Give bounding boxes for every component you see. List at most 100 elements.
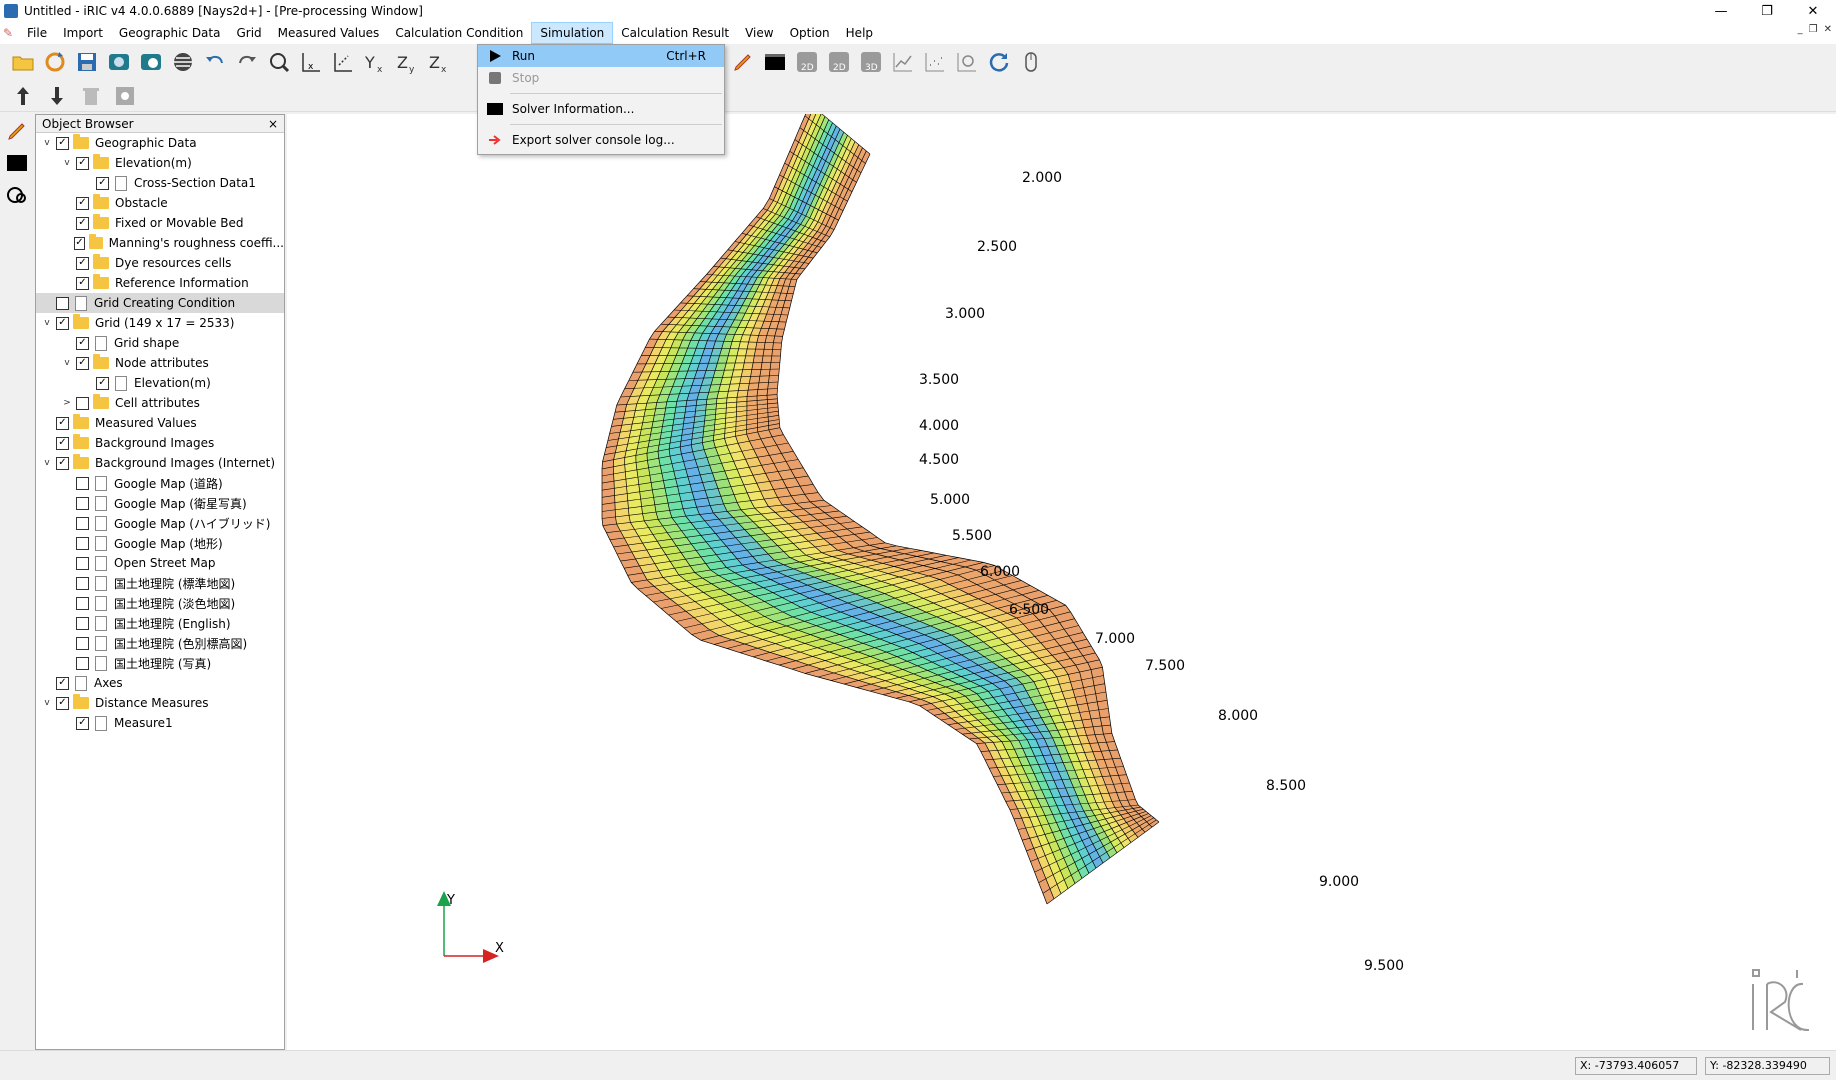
visibility-checkbox[interactable] <box>76 576 89 590</box>
properties-icon[interactable] <box>110 81 140 111</box>
visibility-checkbox[interactable]: ✓ <box>76 356 89 370</box>
tree-item[interactable]: 国土地理院 (写真) <box>36 653 284 673</box>
scatter-icon[interactable] <box>920 47 950 77</box>
mdi-minimize-icon[interactable]: _ <box>1798 24 1803 35</box>
zoom-rotate-icon[interactable] <box>328 47 358 77</box>
solver-console-icon[interactable] <box>760 47 790 77</box>
mdi-restore-icon[interactable]: ❐ <box>1809 24 1818 35</box>
menu-calculation-condition[interactable]: Calculation Condition <box>387 22 531 44</box>
menu-calculation-result[interactable]: Calculation Result <box>613 22 737 44</box>
tree-item[interactable]: v ✓ Elevation(m) <box>36 153 284 173</box>
zoom-search-icon[interactable] <box>952 47 982 77</box>
tree-item[interactable]: Google Map (衛星写真) <box>36 493 284 513</box>
tree-item[interactable]: v ✓ Geographic Data <box>36 133 284 153</box>
visibility-checkbox[interactable]: ✓ <box>96 176 109 190</box>
menu-file[interactable]: File <box>19 22 55 44</box>
tree-item[interactable]: ✓ Reference Information <box>36 273 284 293</box>
tree-item[interactable]: Google Map (ハイブリッド) <box>36 513 284 533</box>
tree-item[interactable]: ✓ Grid shape <box>36 333 284 353</box>
visibility-checkbox[interactable] <box>76 536 89 550</box>
visibility-checkbox[interactable]: ✓ <box>73 236 86 250</box>
tree-item[interactable]: ✓ Dye resources cells <box>36 253 284 273</box>
tree-item[interactable]: Open Street Map <box>36 553 284 573</box>
reload-icon[interactable] <box>40 47 70 77</box>
visibility-checkbox[interactable] <box>76 496 89 510</box>
menu-measured-values[interactable]: Measured Values <box>270 22 388 44</box>
visibility-checkbox[interactable]: ✓ <box>76 336 89 350</box>
tree-item[interactable]: ✓ Axes <box>36 673 284 693</box>
minimize-button[interactable]: — <box>1698 0 1744 22</box>
tree-item[interactable]: ✓ Measure1 <box>36 713 284 733</box>
tree-item[interactable]: > Cell attributes <box>36 393 284 413</box>
delete-icon[interactable] <box>76 81 106 111</box>
view-zy-icon[interactable]: Zy <box>392 47 422 77</box>
tree-item[interactable]: ✓ Background Images <box>36 433 284 453</box>
main-canvas[interactable]: 2.000 2.500 3.000 3.500 4.000 4.500 5.000 5.500… <box>287 103 1836 1050</box>
visibility-checkbox[interactable] <box>76 516 89 530</box>
expand-toggle-icon[interactable]: v <box>40 456 54 470</box>
visibility-checkbox[interactable]: ✓ <box>56 456 69 470</box>
mdi-close-icon[interactable]: ✕ <box>1824 24 1832 35</box>
view-2d-icon[interactable]: 2D <box>792 47 822 77</box>
visibility-checkbox[interactable] <box>76 596 89 610</box>
move-up-icon[interactable] <box>8 81 38 111</box>
menu-view[interactable]: View <box>737 22 781 44</box>
tree-item[interactable]: ✓ Cross-Section Data1 <box>36 173 284 193</box>
tree-item[interactable]: v ✓ Background Images (Internet) <box>36 453 284 473</box>
visibility-checkbox[interactable]: ✓ <box>56 416 69 430</box>
visibility-checkbox[interactable]: ✓ <box>76 196 89 210</box>
visibility-checkbox[interactable]: ✓ <box>56 676 69 690</box>
tree-item[interactable]: Google Map (地形) <box>36 533 284 553</box>
visibility-checkbox[interactable]: ✓ <box>56 696 69 710</box>
menu-import[interactable]: Import <box>55 22 111 44</box>
visibility-checkbox[interactable]: ✓ <box>56 136 69 150</box>
google-earth-icon[interactable] <box>168 47 198 77</box>
continuous-snapshot-icon[interactable] <box>136 47 166 77</box>
tree-item[interactable]: 国土地理院 (色別標高図) <box>36 633 284 653</box>
save-icon[interactable] <box>72 47 102 77</box>
solver-console-window-icon[interactable] <box>2 148 32 178</box>
visibility-checkbox[interactable]: ✓ <box>96 376 109 390</box>
tree-item[interactable]: ✓ Elevation(m) <box>36 373 284 393</box>
redo-icon[interactable] <box>232 47 262 77</box>
tree-item[interactable]: v ✓ Distance Measures <box>36 693 284 713</box>
menu-grid[interactable]: Grid <box>228 22 269 44</box>
visibility-checkbox[interactable] <box>76 396 89 410</box>
expand-toggle-icon[interactable]: v <box>40 316 54 330</box>
expand-toggle-icon[interactable]: v <box>60 156 74 170</box>
expand-toggle-icon[interactable]: > <box>60 396 74 410</box>
menu-geographic-data[interactable]: Geographic Data <box>111 22 229 44</box>
visibility-checkbox[interactable]: ✓ <box>76 156 89 170</box>
grid-edit-pen-icon[interactable] <box>728 47 758 77</box>
close-icon[interactable]: × <box>268 117 278 131</box>
tree-item[interactable]: ✓ Manning's roughness coeffi... <box>36 233 284 253</box>
visibility-checkbox[interactable]: ✓ <box>56 316 69 330</box>
tree-item[interactable]: Google Map (道路) <box>36 473 284 493</box>
tree-item[interactable]: 国土地理院 (English) <box>36 613 284 633</box>
zoom-x-icon[interactable]: x <box>296 47 326 77</box>
view-yx-icon[interactable]: Yx <box>360 47 390 77</box>
zoom-fit-icon[interactable] <box>264 47 294 77</box>
tree-item[interactable]: 国土地理院 (淡色地図) <box>36 593 284 613</box>
visibility-checkbox[interactable] <box>76 616 89 630</box>
visibility-checkbox[interactable] <box>76 556 89 570</box>
menu-option[interactable]: Option <box>782 22 838 44</box>
graph-icon[interactable] <box>888 47 918 77</box>
tree-item[interactable]: 国土地理院 (標準地図) <box>36 573 284 593</box>
menu-item-run[interactable]: Run Ctrl+R <box>478 45 724 67</box>
visibility-checkbox[interactable]: ✓ <box>76 276 89 290</box>
expand-toggle-icon[interactable]: v <box>40 136 54 150</box>
close-button[interactable]: ✕ <box>1790 0 1836 22</box>
tree-item[interactable]: ✓ Fixed or Movable Bed <box>36 213 284 233</box>
view-zx-icon[interactable]: Zx <box>424 47 454 77</box>
visibility-checkbox[interactable]: ✓ <box>56 436 69 450</box>
post-processor-icon[interactable] <box>2 180 32 210</box>
visibility-checkbox[interactable]: ✓ <box>76 716 89 730</box>
river-grid[interactable] <box>601 103 1160 905</box>
visibility-checkbox[interactable] <box>76 636 89 650</box>
grid-view[interactable]: 2.000 2.500 3.000 3.500 4.000 4.500 5.000 5.500… <box>287 103 1836 1050</box>
menu-item-stop[interactable]: Stop <box>478 67 724 89</box>
restore-button[interactable]: ❐ <box>1744 0 1790 22</box>
visibility-checkbox[interactable]: ✓ <box>76 256 89 270</box>
menu-item-export-log[interactable]: Export solver console log... <box>478 129 724 151</box>
